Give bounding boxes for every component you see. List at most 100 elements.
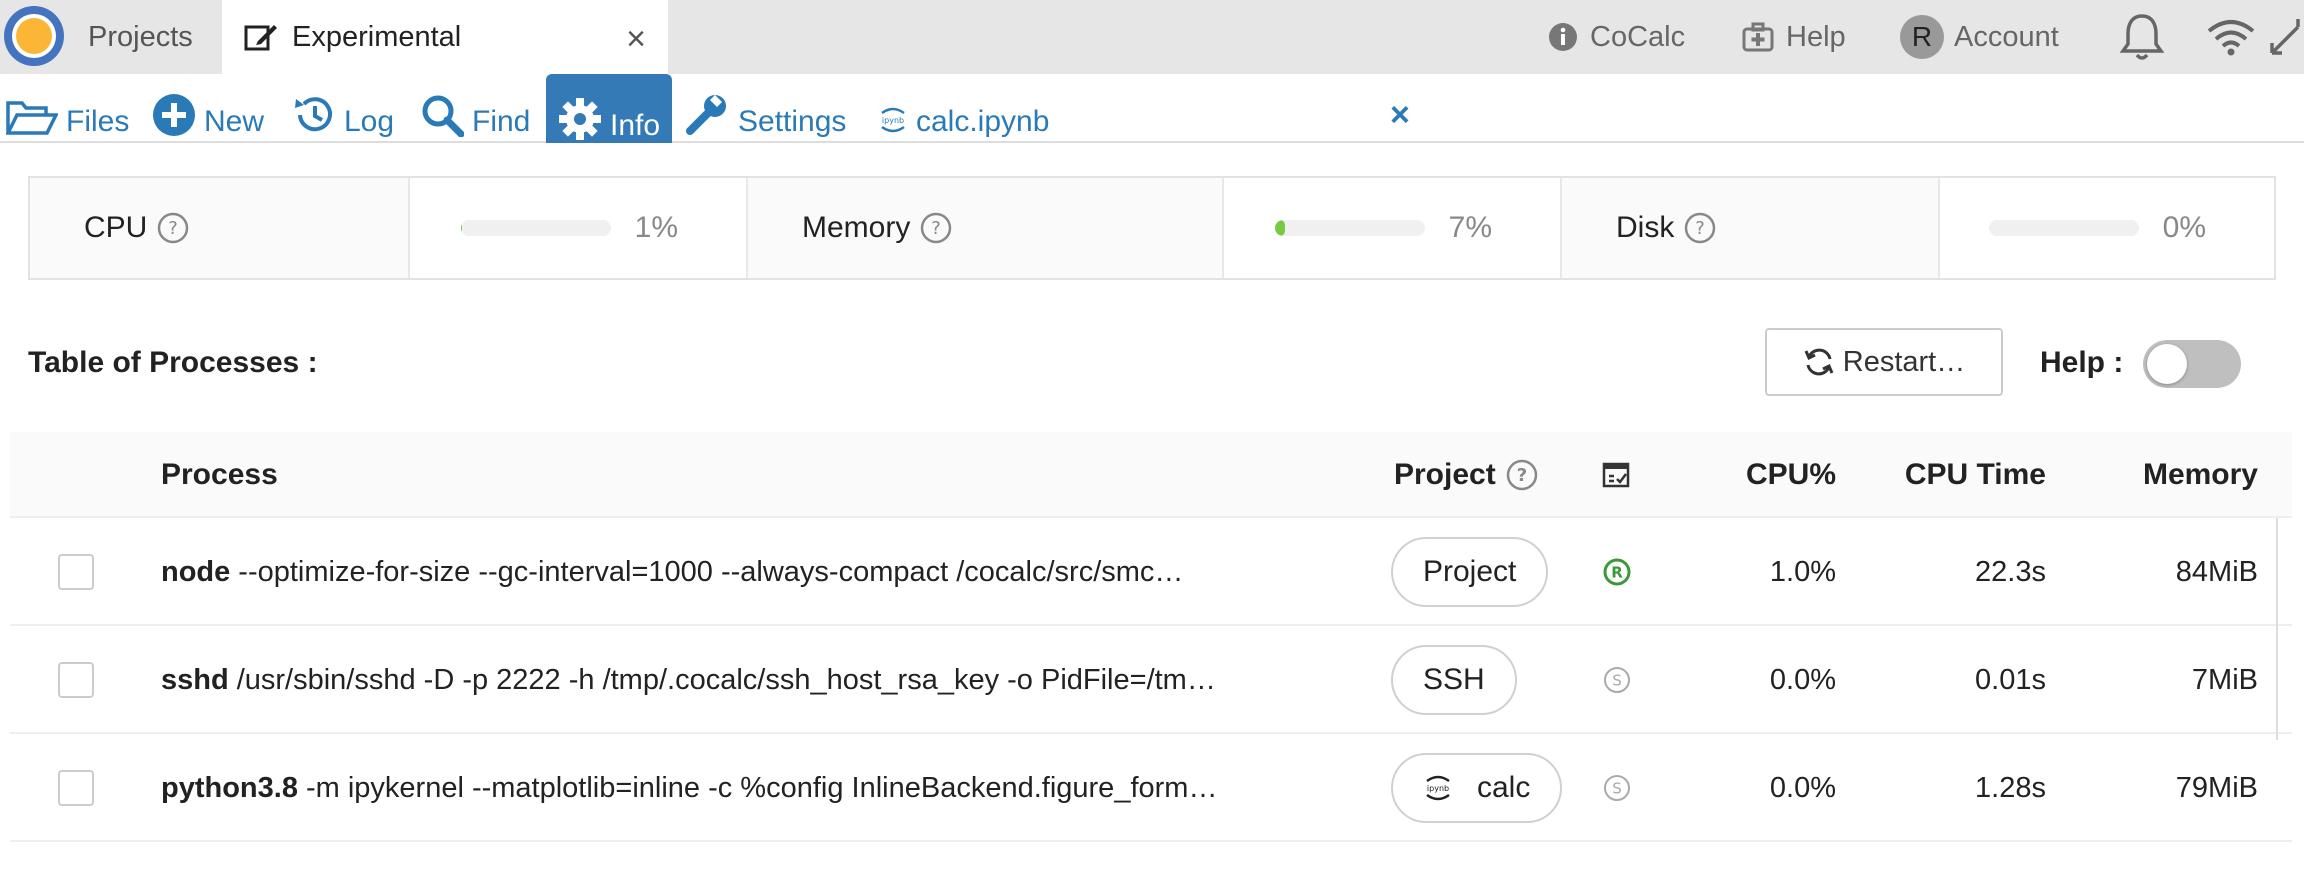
cocalc-link[interactable]: CoCalc xyxy=(1548,0,1685,74)
svg-text:?: ? xyxy=(169,218,179,239)
disk-label: Disk xyxy=(1616,211,1675,244)
process-command: sshd/usr/sbin/sshd -D -p 2222 -h /tmp/.c… xyxy=(161,664,1361,697)
avatar: R xyxy=(1900,15,1944,59)
medkit-icon xyxy=(1742,22,1774,52)
row-checkbox[interactable] xyxy=(58,770,94,806)
close-file-tab-icon[interactable]: × xyxy=(1390,96,1410,135)
search-icon xyxy=(422,95,464,137)
svg-text:?: ? xyxy=(1516,465,1526,486)
svg-text:?: ? xyxy=(1696,218,1706,239)
memory-value: 84MiB xyxy=(2175,555,2258,588)
process-args: /usr/sbin/sshd -D -p 2222 -h /tmp/.cocal… xyxy=(236,663,1216,696)
cpu-percent: 1% xyxy=(634,211,678,244)
info-button[interactable]: Info xyxy=(546,74,673,143)
question-circle-icon[interactable]: ? xyxy=(157,212,189,244)
connection-wifi-icon[interactable] xyxy=(2206,0,2268,74)
col-cpu-pct: CPU% xyxy=(1745,458,1836,491)
disk-stat-value: 0% xyxy=(1940,178,2274,278)
process-command: python3.8 -m ipykernel --matplotlib=inlin… xyxy=(161,772,1361,805)
ipynb-icon: ipynb xyxy=(1426,775,1450,801)
disk-percent: 0% xyxy=(2162,211,2206,244)
process-type-badge[interactable]: Project xyxy=(1391,537,1549,607)
project-toolbar: Files New Log Find Info Settings ipynb c… xyxy=(0,74,2304,143)
cpu-stat-label: CPU ? xyxy=(30,178,410,278)
question-circle-icon[interactable]: ? xyxy=(920,212,952,244)
find-label: Find xyxy=(472,105,531,138)
registered-icon: R xyxy=(1603,558,1631,586)
process-type-label: calc xyxy=(1477,771,1531,804)
process-type-label: SSH xyxy=(1423,663,1485,696)
new-button[interactable]: New xyxy=(152,74,264,143)
col-memory: Memory xyxy=(2142,458,2258,491)
svg-text:S: S xyxy=(1612,672,1622,690)
history-icon xyxy=(295,97,332,132)
cpu-time-value: 22.3s xyxy=(1975,555,2046,588)
s-circle-icon: S xyxy=(1604,775,1630,801)
cocalc-logo-icon[interactable] xyxy=(0,0,70,74)
svg-text:?: ? xyxy=(932,218,942,239)
cpu-pct-value: 1.0% xyxy=(1769,555,1836,588)
tab-experimental-label: Experimental xyxy=(292,20,462,53)
edit-icon xyxy=(244,21,278,53)
find-button[interactable]: Find xyxy=(420,74,530,143)
col-project: Project ? xyxy=(1394,432,1538,518)
tab-projects-label: Projects xyxy=(88,20,193,53)
disk-stat-label: Disk ? xyxy=(1562,178,1940,278)
cpu-time-value: 0.01s xyxy=(1975,663,2046,696)
help-toggle[interactable] xyxy=(2143,340,2241,388)
cpu-stat-value: 1% xyxy=(410,178,748,278)
col-cpu-time: CPU Time xyxy=(1904,458,2046,491)
process-name: sshd xyxy=(161,663,229,696)
process-type-badge[interactable]: SSH xyxy=(1391,645,1517,715)
top-bar: Projects Experimental × CoCalc Help R Ac… xyxy=(0,0,2304,74)
table-row[interactable]: sshd/usr/sbin/sshd -D -p 2222 -h /tmp/.c… xyxy=(10,626,2292,734)
process-type-badge[interactable]: ipynb calc xyxy=(1391,753,1563,823)
memory-value: 7MiB xyxy=(2191,663,2258,696)
close-tab-icon[interactable]: × xyxy=(626,20,646,59)
restart-button[interactable]: Restart… xyxy=(1765,328,2003,396)
cpu-label: CPU xyxy=(84,211,148,244)
memory-percent: 7% xyxy=(1448,211,1492,244)
file-tab-calc[interactable]: ipynb calc.ipynb xyxy=(878,74,1049,143)
log-label: Log xyxy=(344,105,395,138)
col-signals-icon[interactable] xyxy=(1602,432,1632,518)
info-icon xyxy=(1549,23,1577,51)
table-header: Process Project ? CPU% CPU Time Memory xyxy=(10,432,2292,518)
svg-text:ipynb: ipynb xyxy=(1427,784,1449,793)
settings-button[interactable]: Settings xyxy=(684,74,846,143)
refresh-icon xyxy=(1804,348,1834,376)
question-circle-icon[interactable]: ? xyxy=(1506,459,1538,491)
row-checkbox[interactable] xyxy=(58,662,94,698)
cpu-pct-value: 0.0% xyxy=(1769,771,1836,804)
memory-progress-bar xyxy=(1274,220,1425,236)
table-row[interactable]: python3.8 -m ipykernel --matplotlib=inlin… xyxy=(10,734,2292,842)
process-name: python3.8 xyxy=(161,771,298,804)
memory-stat-label: Memory ? xyxy=(748,178,1224,278)
process-args: -m ipykernel --matplotlib=inline -c %con… xyxy=(305,771,1218,804)
log-button[interactable]: Log xyxy=(292,74,394,143)
plus-circle-icon xyxy=(153,94,195,136)
account-link[interactable]: R Account xyxy=(1900,0,2059,74)
notifications-bell-icon[interactable] xyxy=(2118,0,2178,74)
disk-progress-bar xyxy=(1988,220,2139,236)
help-toggle-label: Help : xyxy=(2040,346,2124,379)
processes-title: Table of Processes : xyxy=(28,346,318,379)
scrollbar-track[interactable] xyxy=(2276,518,2278,740)
row-checkbox[interactable] xyxy=(58,554,94,590)
files-button[interactable]: Files xyxy=(6,74,129,143)
tab-experimental[interactable]: Experimental × xyxy=(222,0,668,74)
process-command: node --optimize-for-size --gc-interval=10… xyxy=(161,556,1361,589)
fullscreen-icon[interactable] xyxy=(2268,0,2304,74)
folder-open-icon xyxy=(6,101,58,135)
cpu-pct-value: 0.0% xyxy=(1769,663,1836,696)
question-circle-icon[interactable]: ? xyxy=(1684,212,1716,244)
col-process: Process xyxy=(161,458,278,491)
svg-text:R: R xyxy=(1611,564,1623,582)
tab-projects[interactable]: Projects xyxy=(88,0,193,74)
help-link[interactable]: Help xyxy=(1742,0,1846,74)
svg-text:ipynb: ipynb xyxy=(882,116,904,125)
restart-label: Restart… xyxy=(1842,345,1966,378)
files-label: Files xyxy=(66,105,130,138)
table-row[interactable]: node --optimize-for-size --gc-interval=10… xyxy=(10,518,2292,626)
toggle-knob xyxy=(2147,344,2187,384)
